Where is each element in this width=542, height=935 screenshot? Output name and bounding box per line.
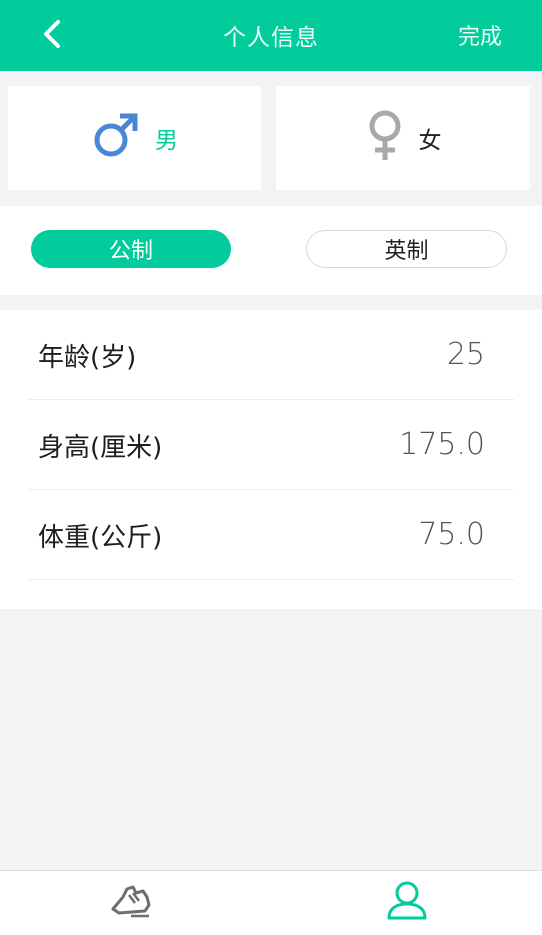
gender-option-female[interactable]: 女: [276, 86, 530, 190]
weight-value: 75.0: [418, 517, 485, 552]
profile-info-list: 年龄(岁) 25 身高(厘米) 175.0 体重(公斤) 75.0: [0, 310, 542, 609]
tab-running[interactable]: [92, 871, 172, 931]
age-row[interactable]: 年龄(岁) 25: [28, 310, 514, 400]
male-symbol-icon: [91, 111, 141, 165]
weight-row[interactable]: 体重(公斤) 75.0: [28, 490, 514, 580]
gender-label-male: 男: [155, 128, 178, 154]
done-button[interactable]: 完成: [458, 19, 502, 51]
running-shoe-icon: [111, 885, 151, 918]
imperial-unit-button[interactable]: 英制: [306, 230, 507, 268]
height-value: 175.0: [399, 427, 485, 462]
female-symbol-icon: [365, 110, 405, 166]
weight-label: 体重(公斤): [38, 523, 163, 553]
age-label: 年龄(岁): [38, 343, 137, 373]
metric-unit-button[interactable]: 公制: [31, 230, 231, 268]
user-profile-icon: [387, 881, 427, 920]
unit-selector: 公制 英制: [0, 206, 542, 295]
bottom-tab-bar: [0, 870, 542, 935]
height-row[interactable]: 身高(厘米) 175.0: [28, 400, 514, 490]
gender-label-female: 女: [418, 128, 442, 154]
header-bar: 个人信息 完成: [0, 0, 542, 71]
gender-option-male[interactable]: 男: [8, 86, 261, 190]
height-label: 身高(厘米): [38, 433, 163, 463]
tab-profile[interactable]: [367, 871, 447, 931]
age-value: 25: [446, 337, 485, 372]
